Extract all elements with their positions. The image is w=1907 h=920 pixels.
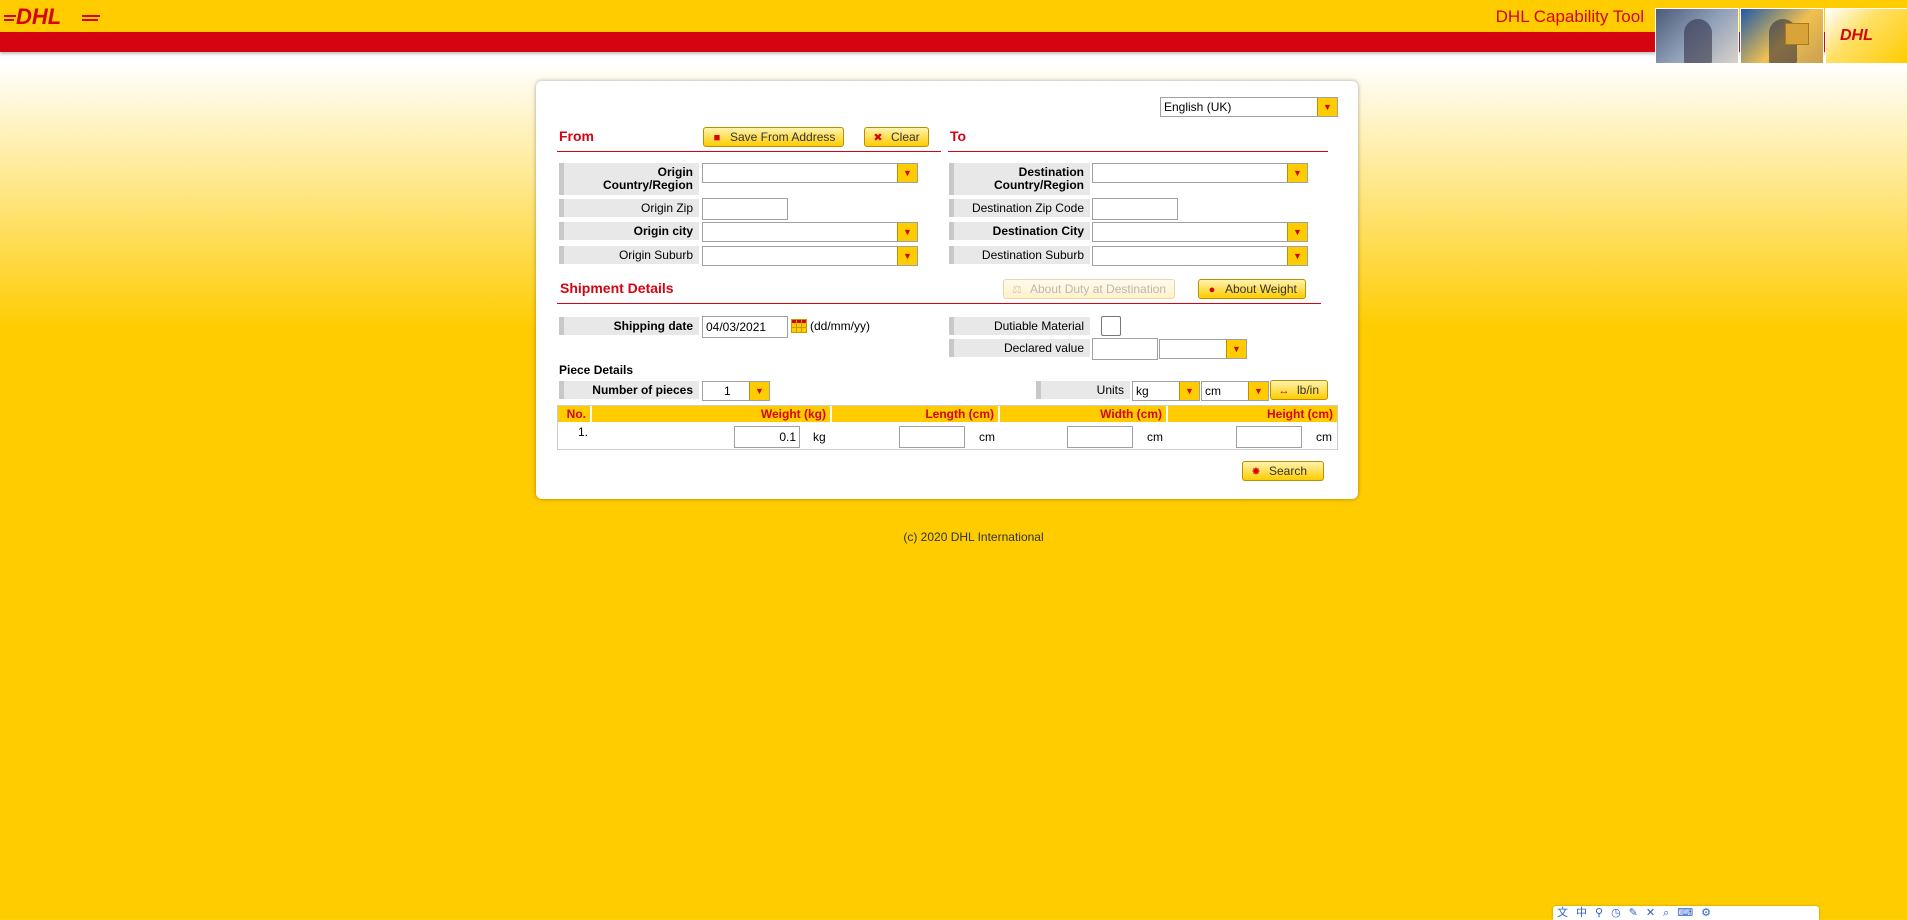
dutiable-material-checkbox[interactable] <box>1101 316 1121 336</box>
destination-suburb-select[interactable]: ▼ <box>1092 246 1308 266</box>
declared-value-label: Declared value <box>949 339 1090 357</box>
date-format-hint: (dd/mm/yy) <box>810 319 870 333</box>
number-of-pieces-select[interactable]: 1 ▼ <box>702 381 770 401</box>
chevron-down-icon: ▼ <box>897 164 917 182</box>
app-title: DHL Capability Tool <box>1495 7 1644 26</box>
translate-icon[interactable]: 文 <box>1557 907 1568 919</box>
weight-unit-select[interactable]: kg ▼ <box>1132 381 1200 401</box>
duty-icon: ⚖ <box>1012 284 1022 296</box>
dimension-unit-select[interactable]: cm ▼ <box>1201 381 1269 401</box>
piece-length-unit: cm <box>979 430 995 444</box>
language-select[interactable]: English (UK) ▼ <box>1160 97 1338 117</box>
piece-weight-unit: kg <box>813 430 826 444</box>
number-of-pieces-label: Number of pieces <box>559 381 699 399</box>
chevron-down-icon: ▼ <box>1287 247 1307 265</box>
chevron-down-icon: ▼ <box>1287 223 1307 241</box>
origin-zip-input[interactable] <box>702 198 788 220</box>
chevron-down-icon: ▼ <box>1179 382 1199 400</box>
browser-extension-tray[interactable]: 文中 ⚲ ◷ ✎ ✕ ⌕ ⌨ ⚙ <box>1553 906 1819 920</box>
piece-row-number: 1. <box>578 425 589 439</box>
clear-button[interactable]: ✖ Clear <box>864 127 929 147</box>
piece-details-title: Piece Details <box>559 363 634 377</box>
svg-text:DHL: DHL <box>16 4 61 28</box>
chevron-down-icon: ▼ <box>897 223 917 241</box>
search-icon[interactable]: ⌕ <box>1663 907 1669 919</box>
col-header-height: Height (cm) <box>1168 406 1337 422</box>
col-header-length: Length (cm) <box>832 406 998 422</box>
destination-city-select[interactable]: ▼ <box>1092 222 1308 242</box>
chevron-down-icon: ▼ <box>1287 164 1307 182</box>
col-header-no: No. <box>558 406 590 422</box>
shipment-details-title: Shipment Details <box>560 280 674 296</box>
dutiable-material-label: Dutiable Material <box>949 317 1090 335</box>
origin-country-select[interactable]: ▼ <box>702 163 918 183</box>
destination-country-label: Destination Country/Region <box>949 163 1090 195</box>
origin-zip-label: Origin Zip <box>559 199 699 217</box>
destination-country-select[interactable]: ▼ <box>1092 163 1308 183</box>
units-label: Units <box>1036 381 1130 399</box>
chevron-down-icon: ▼ <box>1248 382 1268 400</box>
destination-zip-input[interactable] <box>1092 198 1178 220</box>
shipping-date-label: Shipping date <box>559 317 699 335</box>
piece-height-input[interactable] <box>1236 426 1302 448</box>
chevron-down-icon: ▼ <box>1317 98 1337 116</box>
header-photo-businessman <box>1655 8 1739 64</box>
origin-city-label: Origin city <box>559 222 699 240</box>
about-duty-button[interactable]: ⚖ About Duty at Destination <box>1003 279 1176 299</box>
origin-country-label: Origin Country/Region <box>559 163 699 195</box>
about-weight-button[interactable]: ● About Weight <box>1198 279 1306 299</box>
shipment-divider <box>557 303 1321 304</box>
shipping-date-input[interactable] <box>702 316 788 338</box>
piece-width-input[interactable] <box>1067 426 1133 448</box>
origin-suburb-select[interactable]: ▼ <box>702 246 918 266</box>
dhl-logo: DHL <box>4 4 100 28</box>
piece-weight-input[interactable] <box>734 426 800 448</box>
header-photo-van: DHL <box>1825 8 1907 64</box>
footer-copyright: (c) 2020 DHL International <box>903 530 1044 544</box>
chevron-down-icon: ▼ <box>897 247 917 265</box>
chinese-icon[interactable]: 中 <box>1576 907 1587 919</box>
col-header-weight: Weight (kg) <box>592 406 830 422</box>
chevron-down-icon: ▼ <box>749 382 769 400</box>
destination-suburb-label: Destination Suburb <box>949 246 1090 264</box>
chevron-down-icon: ▼ <box>1226 340 1246 358</box>
clock-icon[interactable]: ◷ <box>1611 907 1621 919</box>
to-title: To <box>950 128 967 144</box>
save-icon: ■ <box>713 132 721 144</box>
col-header-width: Width (cm) <box>1000 406 1166 422</box>
piece-height-unit: cm <box>1316 430 1332 444</box>
piece-length-input[interactable] <box>899 426 965 448</box>
piece-width-unit: cm <box>1147 430 1163 444</box>
pin-icon[interactable]: ⚲ <box>1595 907 1603 919</box>
origin-city-select[interactable]: ▼ <box>702 222 918 242</box>
header-red-band <box>0 32 1907 52</box>
from-title: From <box>559 128 594 144</box>
declared-value-input[interactable] <box>1092 338 1158 360</box>
swap-icon: ↔ <box>1278 385 1290 397</box>
destination-zip-label: Destination Zip Code <box>949 199 1090 217</box>
header-photo-courier <box>1740 8 1824 64</box>
origin-suburb-label: Origin Suburb <box>559 246 699 264</box>
close-icon: ✖ <box>873 132 883 144</box>
capability-form-panel: English (UK) ▼ From ■ Save From Address ✖ C… <box>536 81 1358 499</box>
from-divider <box>557 151 941 152</box>
calendar-icon[interactable] <box>791 319 807 333</box>
declared-currency-select[interactable]: ▼ <box>1159 339 1247 359</box>
save-from-address-button[interactable]: ■ Save From Address <box>703 127 845 147</box>
close-icon[interactable]: ✕ <box>1646 907 1655 919</box>
to-divider <box>948 151 1328 152</box>
info-icon: ● <box>1208 284 1216 296</box>
pen-icon[interactable]: ✎ <box>1629 907 1638 919</box>
keyboard-icon[interactable]: ⌨ <box>1677 907 1693 919</box>
destination-city-label: Destination City <box>949 222 1090 240</box>
gear-icon[interactable]: ⚙ <box>1701 907 1711 919</box>
search-icon: ✸ <box>1251 466 1261 478</box>
toggle-units-button[interactable]: ↔ lb/in <box>1270 380 1329 400</box>
search-button[interactable]: ✸ Search <box>1242 461 1325 481</box>
